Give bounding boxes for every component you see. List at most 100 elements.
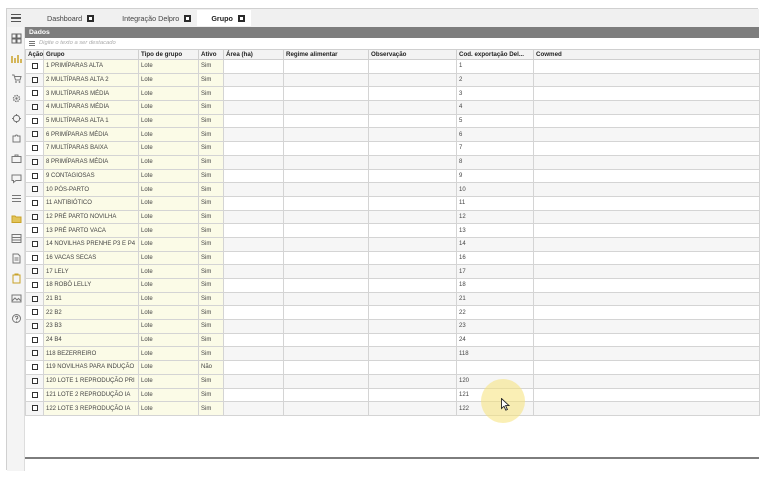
cell-tipo[interactable]: Lote	[138, 373, 199, 389]
cell-area[interactable]	[223, 168, 284, 184]
cell-cod-exportacao[interactable]: 11	[456, 195, 534, 211]
cell-regime[interactable]	[283, 113, 369, 129]
cell-tipo[interactable]: Lote	[138, 360, 199, 375]
cell-cowmed[interactable]	[533, 291, 760, 307]
image-icon[interactable]	[7, 289, 25, 307]
row-checkbox[interactable]	[31, 186, 38, 193]
row-checkbox[interactable]	[31, 240, 38, 247]
row-action-cell[interactable]	[25, 59, 44, 74]
cell-ativo[interactable]: Sim	[198, 127, 224, 143]
row-action-cell[interactable]	[25, 305, 44, 321]
cell-area[interactable]	[223, 346, 284, 362]
col-header-area[interactable]: Área (ha)	[223, 49, 284, 60]
row-checkbox[interactable]	[31, 282, 38, 289]
table-row[interactable]: 4 MULTÍPARAS MÉDIA Lote Sim 4	[25, 100, 760, 115]
cell-grupo[interactable]: 119 NOVILHAS PARA INDUÇÃO	[43, 360, 139, 375]
cell-grupo[interactable]: 118 BEZERREIRO	[43, 346, 139, 362]
cell-regime[interactable]	[283, 223, 369, 238]
cell-observacao[interactable]	[368, 360, 457, 375]
cell-cowmed[interactable]	[533, 305, 760, 321]
cell-cod-exportacao[interactable]: 23	[456, 319, 534, 334]
filter-icon[interactable]	[29, 40, 35, 46]
cell-ativo[interactable]: Sim	[198, 401, 224, 416]
cell-regime[interactable]	[283, 154, 369, 170]
row-checkbox[interactable]	[31, 199, 38, 206]
cell-grupo[interactable]: 13 PRÉ PARTO VACA	[43, 223, 139, 238]
cell-cowmed[interactable]	[533, 387, 760, 403]
cell-regime[interactable]	[283, 141, 369, 156]
cell-grupo[interactable]: 4 MULTÍPARAS MÉDIA	[43, 100, 139, 115]
cell-area[interactable]	[223, 373, 284, 389]
cell-area[interactable]	[223, 264, 284, 279]
cell-regime[interactable]	[283, 387, 369, 403]
row-checkbox[interactable]	[31, 131, 38, 138]
cell-regime[interactable]	[283, 250, 369, 266]
cell-cowmed[interactable]	[533, 182, 760, 197]
cell-grupo[interactable]: 21 B1	[43, 291, 139, 307]
cell-grupo[interactable]: 12 PRÉ PARTO NOVILHA	[43, 209, 139, 225]
row-action-cell[interactable]	[25, 319, 44, 334]
list-icon[interactable]	[7, 189, 25, 207]
row-action-cell[interactable]	[25, 100, 44, 115]
cell-cod-exportacao[interactable]: 22	[456, 305, 534, 321]
row-action-cell[interactable]	[25, 236, 44, 252]
cell-ativo[interactable]: Sim	[198, 387, 224, 403]
cell-grupo[interactable]: 22 B2	[43, 305, 139, 321]
cell-regime[interactable]	[283, 401, 369, 416]
cell-tipo[interactable]: Lote	[138, 182, 199, 197]
cell-regime[interactable]	[283, 360, 369, 375]
row-checkbox[interactable]	[31, 254, 38, 261]
cell-observacao[interactable]	[368, 236, 457, 252]
cell-ativo[interactable]: Sim	[198, 209, 224, 225]
cell-tipo[interactable]: Lote	[138, 236, 199, 252]
cell-area[interactable]	[223, 141, 284, 156]
cell-observacao[interactable]	[368, 168, 457, 184]
cell-tipo[interactable]: Lote	[138, 168, 199, 184]
cell-ativo[interactable]: Sim	[198, 346, 224, 362]
cell-grupo[interactable]: 120 LOTE 1 REPRODUÇÃO PRI	[43, 373, 139, 389]
cell-tipo[interactable]: Lote	[138, 250, 199, 266]
cell-ativo[interactable]: Sim	[198, 113, 224, 129]
cell-cowmed[interactable]	[533, 278, 760, 293]
help-icon[interactable]	[7, 309, 25, 327]
cell-ativo[interactable]: Sim	[198, 278, 224, 293]
row-checkbox[interactable]	[31, 391, 38, 398]
cell-tipo[interactable]: Lote	[138, 59, 199, 74]
row-checkbox[interactable]	[31, 364, 38, 371]
col-header-ativo[interactable]: Ativo	[198, 49, 224, 60]
row-checkbox[interactable]	[31, 145, 38, 152]
cell-ativo[interactable]: Sim	[198, 250, 224, 266]
cell-grupo[interactable]: 10 PÓS-PARTO	[43, 182, 139, 197]
table-row[interactable]: 16 VACAS SECAS Lote Sim 16	[25, 250, 760, 266]
cell-observacao[interactable]	[368, 250, 457, 266]
cell-observacao[interactable]	[368, 154, 457, 170]
row-action-cell[interactable]	[25, 72, 44, 88]
cell-cowmed[interactable]	[533, 141, 760, 156]
cell-tipo[interactable]: Lote	[138, 72, 199, 88]
row-checkbox[interactable]	[31, 336, 38, 343]
cell-observacao[interactable]	[368, 113, 457, 129]
row-checkbox[interactable]	[31, 323, 38, 330]
row-action-cell[interactable]	[25, 278, 44, 293]
cell-area[interactable]	[223, 209, 284, 225]
cell-cowmed[interactable]	[533, 127, 760, 143]
table-row[interactable]: 24 B4 Lote Sim 24	[25, 332, 760, 348]
cell-tipo[interactable]: Lote	[138, 113, 199, 129]
cell-regime[interactable]	[283, 195, 369, 211]
cell-observacao[interactable]	[368, 346, 457, 362]
row-checkbox[interactable]	[31, 377, 38, 384]
cell-observacao[interactable]	[368, 72, 457, 88]
menu-icon[interactable]	[7, 9, 25, 27]
row-checkbox[interactable]	[31, 76, 38, 83]
row-action-cell[interactable]	[25, 154, 44, 170]
cell-tipo[interactable]: Lote	[138, 195, 199, 211]
cell-ativo[interactable]: Sim	[198, 86, 224, 102]
cell-ativo[interactable]: Sim	[198, 59, 224, 74]
cell-cowmed[interactable]	[533, 113, 760, 129]
cell-area[interactable]	[223, 127, 284, 143]
cell-grupo[interactable]: 17 LELY	[43, 264, 139, 279]
row-checkbox[interactable]	[31, 350, 38, 357]
row-action-cell[interactable]	[25, 113, 44, 129]
cell-cowmed[interactable]	[533, 373, 760, 389]
cell-area[interactable]	[223, 401, 284, 416]
